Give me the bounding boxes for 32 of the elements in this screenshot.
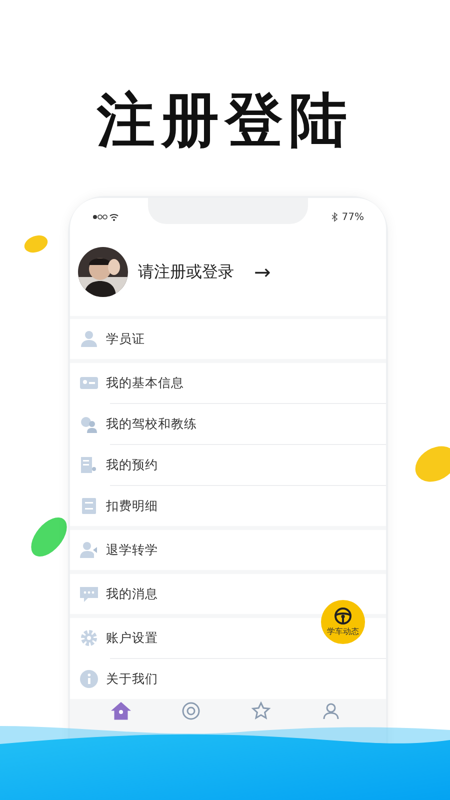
login-prompt[interactable]: 请注册或登录 [138, 262, 234, 282]
menu-item[interactable]: 学员证 [106, 330, 145, 348]
settings-icon [80, 629, 98, 647]
tab-button[interactable] [250, 700, 272, 722]
menu-item[interactable]: 关于我们 [106, 670, 158, 688]
arrow-icon[interactable]: → [254, 260, 271, 284]
signal-wifi-icon [92, 212, 120, 222]
tab-button[interactable] [180, 700, 202, 722]
steering-wheel-icon [334, 607, 352, 625]
tab-button[interactable] [110, 700, 132, 722]
menu-item[interactable]: 扣费明细 [106, 498, 158, 514]
person-arrow-icon [80, 541, 98, 559]
menu-item[interactable]: 我的驾校和教练 [106, 416, 197, 432]
document-icon [80, 456, 98, 474]
menu-item[interactable]: 退学转学 [106, 542, 158, 558]
star-icon [251, 701, 271, 721]
bluetooth-icon [332, 212, 338, 222]
camera-icon [181, 701, 201, 721]
user-icon [321, 701, 341, 721]
menu-item[interactable]: 我的基本信息 [106, 374, 184, 392]
home-icon [111, 701, 131, 721]
menu-item[interactable]: 我的消息 [106, 586, 158, 602]
menu-item[interactable]: 账户设置 [106, 630, 158, 646]
headline: 注册登陆 [97, 85, 353, 156]
id-card-icon [80, 374, 98, 392]
menu-item[interactable]: 我的预约 [106, 456, 158, 474]
people-icon [80, 415, 98, 433]
info-icon [80, 670, 98, 688]
battery-level: 77% [342, 212, 364, 222]
chat-icon [80, 585, 98, 603]
person-icon [80, 330, 98, 348]
list-icon [80, 497, 98, 515]
